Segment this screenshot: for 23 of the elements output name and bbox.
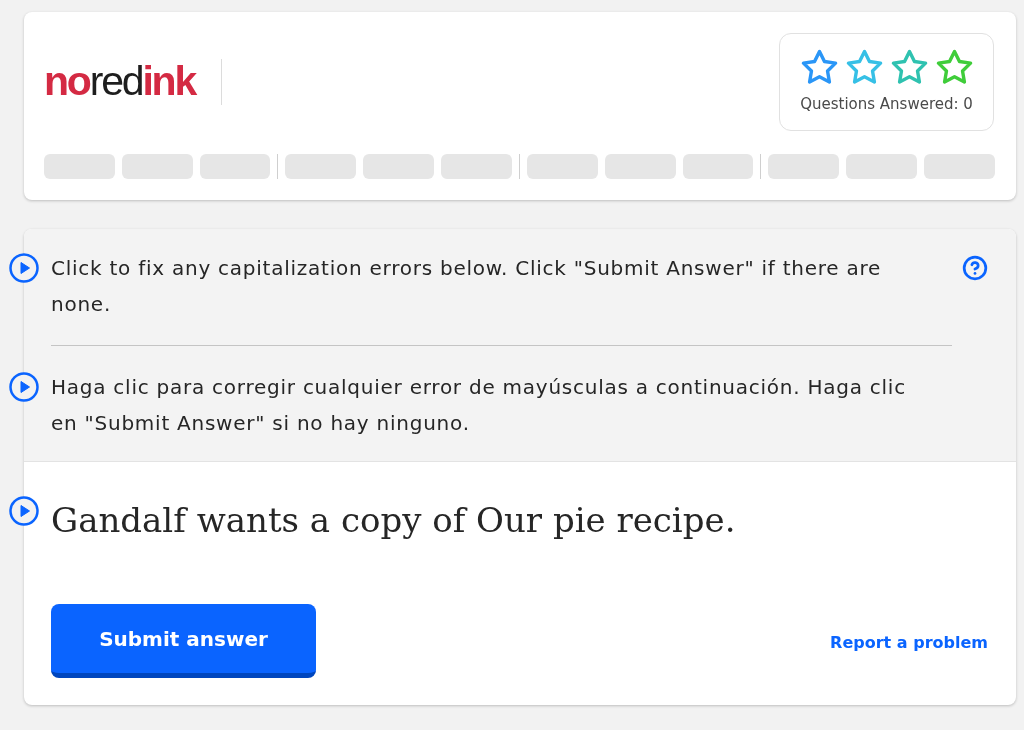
step-placeholder bbox=[121, 154, 193, 179]
step-placeholder bbox=[441, 154, 512, 179]
report-link[interactable]: Report a problem bbox=[830, 633, 988, 652]
step-placeholder bbox=[44, 154, 115, 179]
submit-button[interactable]: Submit answer bbox=[51, 604, 316, 678]
audio-play-icon[interactable] bbox=[9, 496, 39, 526]
step-placeholder bbox=[363, 154, 435, 179]
step-placeholder bbox=[199, 154, 271, 179]
logo[interactable]: noredink bbox=[44, 60, 195, 102]
step-placeholder bbox=[846, 154, 918, 179]
step-placeholder bbox=[285, 154, 357, 179]
step-placeholder bbox=[682, 154, 754, 179]
help-icon[interactable] bbox=[962, 255, 988, 281]
step-placeholder bbox=[924, 154, 995, 179]
step-placeholder bbox=[526, 154, 598, 179]
instruction-text: Haga clic para corregir cualquier error de mayúsculas a continuación. Haga clic en "Submit Answer" si no hay ninguno. bbox=[51, 374, 907, 437]
audio-play-icon[interactable] bbox=[9, 253, 39, 283]
step-placeholder bbox=[604, 154, 676, 179]
question-sentence[interactable]: Gandalf wants a copy of Our pie recipe. bbox=[51, 495, 736, 545]
step-placeholder bbox=[768, 154, 840, 179]
questions-answered: Questions Answered: 0 bbox=[800, 95, 973, 113]
instruction-text: Click to fix any capitalization errors below. Click "Submit Answer" if there are none. bbox=[51, 255, 883, 318]
audio-play-icon[interactable] bbox=[9, 372, 39, 402]
